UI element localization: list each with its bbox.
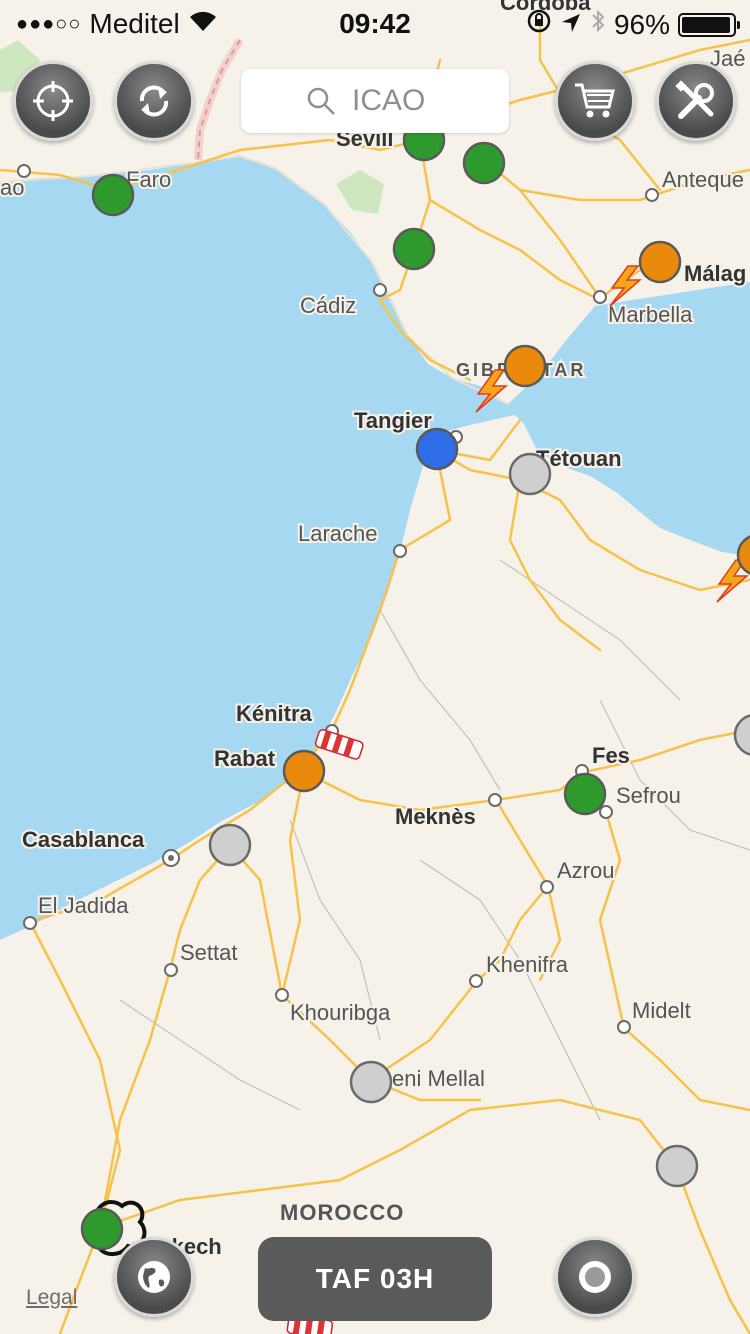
city-label: Fes	[592, 743, 630, 768]
battery-icon	[678, 12, 740, 37]
settings-button[interactable]	[656, 61, 736, 141]
airport-marker-ifr[interactable]	[503, 344, 547, 388]
globe-button[interactable]	[114, 1237, 194, 1317]
globe-icon	[138, 1261, 170, 1293]
city-label: Midelt	[632, 998, 691, 1023]
city-label: Casablanca	[22, 827, 145, 852]
city-label: El Jadida	[38, 893, 129, 918]
city-label: Anteque	[662, 167, 744, 192]
capital-marker	[162, 849, 180, 867]
legal-link[interactable]: Legal	[26, 1286, 77, 1310]
taf-forecast-button[interactable]: TAF 03H	[258, 1237, 492, 1321]
airport-marker-ifr[interactable]	[282, 749, 326, 793]
country-label: MOROCCO	[280, 1200, 404, 1225]
city-label: eni Mellal	[392, 1066, 485, 1091]
city-label: Azrou	[557, 858, 614, 883]
airport-marker-vfr[interactable]	[91, 173, 135, 217]
airport-marker-ifr[interactable]	[638, 240, 682, 284]
bluetooth-icon	[590, 8, 606, 41]
status-bar: ●●●○○ Meditel 09:42 96%	[0, 0, 750, 50]
orientation-lock-icon	[526, 8, 552, 41]
battery-percent: 96%	[613, 8, 670, 40]
cart-icon	[575, 83, 615, 118]
city-label: Málag	[684, 261, 746, 286]
city-label: ao	[0, 175, 24, 200]
city-label: Cádiz	[300, 293, 356, 318]
map-view[interactable]: Córdoba Jaé Sevill Faro ao Anteque Cádiz…	[0, 0, 750, 1334]
airport-marker-vfr[interactable]	[462, 141, 506, 185]
city-label: Tangier	[354, 408, 432, 433]
city-label: Rabat	[214, 746, 276, 771]
icao-search-input[interactable]	[350, 83, 444, 119]
refresh-icon	[139, 85, 169, 117]
record-button[interactable]	[555, 1237, 635, 1317]
airport-marker-vfr[interactable]	[392, 227, 436, 271]
record-icon	[579, 1261, 611, 1293]
tools-icon	[675, 80, 714, 119]
city-label: Kénitra	[236, 701, 313, 726]
city-label: Settat	[180, 940, 237, 965]
airport-marker-unknown[interactable]	[208, 823, 252, 867]
search-icon	[307, 87, 335, 115]
airport-marker-vfr[interactable]	[563, 772, 607, 816]
city-label: Meknès	[395, 804, 476, 829]
airport-marker-mvfr[interactable]	[415, 427, 459, 471]
airport-marker-vfr[interactable]	[80, 1207, 124, 1251]
city-label: Marbella	[608, 302, 693, 327]
icao-search-bar[interactable]	[241, 69, 509, 133]
city-label: Sefrou	[616, 783, 681, 808]
airport-marker-unknown[interactable]	[349, 1060, 393, 1104]
refresh-button[interactable]	[114, 61, 194, 141]
city-label: Larache	[298, 521, 378, 546]
city-label: Khenifra	[486, 952, 569, 977]
location-arrow-icon	[560, 9, 582, 41]
store-button[interactable]	[555, 61, 635, 141]
airport-marker-unknown[interactable]	[508, 452, 552, 496]
locate-icon	[33, 81, 73, 121]
locate-button[interactable]	[13, 61, 93, 141]
city-label: Khouribga	[290, 1000, 391, 1025]
airport-marker-unknown[interactable]	[655, 1144, 699, 1188]
